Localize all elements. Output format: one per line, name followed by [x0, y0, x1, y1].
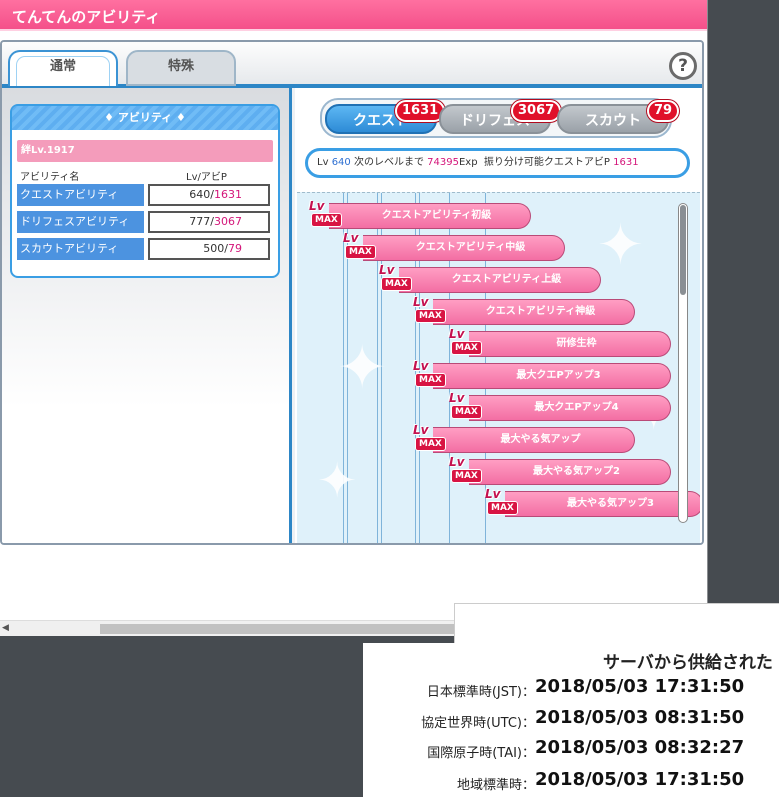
ability-summary-panel: ♦ アビリティ ♦ 絆Lv.1917 アビリティ名 Lv/アビP クエストアビリ… [2, 88, 292, 543]
scroll-left-icon[interactable]: ◀ [2, 623, 9, 633]
clock-label: 国際原子時(TAI)： [427, 746, 535, 761]
window-titlebar: てんてんのアビリティ [0, 0, 707, 31]
tree-node-label: 最大やる気アップ2 [469, 459, 671, 485]
quest-level-info: Lv 640 次のレベルまで 74395Exp 振り分け可能クエストアビP 16… [305, 148, 690, 178]
tree-scroll-thumb[interactable] [680, 205, 686, 295]
ability-value: 777/3067 [148, 211, 270, 233]
ability-name: スカウトアビリティ [17, 238, 144, 260]
tree-node-label: クエストアビリティ上級 [399, 267, 601, 293]
scout-points-badge: 79 [647, 100, 680, 122]
lv-max-icon: Lv MAX [449, 391, 485, 425]
clock-page-top [454, 603, 779, 643]
tree-node-label: 研修生枠 [469, 331, 671, 357]
tree-node-label: クエストアビリティ中級 [363, 235, 565, 261]
server-clock-page: サーバから供給された 日本標準時(JST)： 2018/05/03 17:31:… [363, 643, 779, 797]
clock-value: 2018/05/03 08:31:50 [535, 707, 745, 728]
game-window: てんてんのアビリティ 通常 特殊 ? ♦ アビリティ ♦ 絆Lv.1917 アビ… [0, 0, 708, 636]
star-icon: ✦ [337, 333, 388, 403]
lv-max-icon: Lv MAX [379, 263, 415, 297]
star-icon: ✦ [597, 213, 644, 278]
subtab-scout-label: スカウト [585, 113, 641, 129]
tree-node-label: 最大クエPアップ3 [433, 363, 671, 389]
clock-value: 2018/05/03 08:32:27 [535, 737, 745, 758]
quest-points-badge: 1631 [395, 100, 446, 122]
lv-max-icon: Lv MAX [449, 327, 485, 361]
ability-tree: ✦ ✦ ✦ ✦ クエストアビリティ初級 LvMAX クエストアビリティ中級 Lv… [297, 192, 700, 543]
tree-node-label: クエストアビリティ初級 [329, 203, 531, 229]
clock-row-utc: 協定世界時(UTC)： 2018/05/03 08:31:50 [363, 706, 779, 732]
clock-value: 2018/05/03 17:31:50 [535, 769, 745, 790]
lv-max-icon: Lv MAX [343, 231, 379, 265]
ability-row-drifes: ドリフェスアビリティ 777/3067 [17, 211, 270, 233]
tree-node-label: クエストアビリティ神級 [433, 299, 635, 325]
ability-header: ♦ アビリティ ♦ [12, 106, 278, 130]
window-title: てんてんのアビリティ [12, 8, 161, 26]
tab-normal[interactable]: 通常 [8, 50, 118, 86]
subtab-drifes[interactable]: ドリフェス 3067 [439, 100, 562, 134]
ability-category-tabs: クエスト 1631 ドリフェス 3067 スカウト 79 [320, 98, 680, 138]
exp-to-next: 74395 [427, 157, 459, 168]
current-level: 640 [331, 157, 351, 168]
column-ability-name: アビリティ名 [20, 172, 80, 183]
top-tab-bar: 通常 特殊 ? [2, 42, 702, 88]
tree-node-label: 最大やる気アップ [433, 427, 635, 453]
ability-box: ♦ アビリティ ♦ 絆Lv.1917 アビリティ名 Lv/アビP クエストアビリ… [10, 104, 280, 278]
clock-row-jst: 日本標準時(JST)： 2018/05/03 17:31:50 [363, 675, 779, 701]
ability-row-scout: スカウトアビリティ 500/79 [17, 238, 270, 260]
lv-max-icon: Lv MAX [413, 423, 449, 457]
drifes-points-badge: 3067 [511, 100, 562, 122]
column-level-points: Lv/アビP [186, 172, 227, 183]
lv-max-icon: Lv MAX [413, 359, 449, 393]
ability-name: ドリフェスアビリティ [17, 211, 144, 233]
subtab-quest[interactable]: クエスト 1631 [325, 100, 446, 134]
clock-label: 地域標準時： [456, 778, 535, 793]
lv-max-icon: Lv MAX [485, 487, 521, 521]
lv-max-icon: Lv MAX [449, 455, 485, 489]
clock-row-local: 地域標準時： 2018/05/03 17:31:50 [363, 768, 779, 794]
tab-special[interactable]: 特殊 [126, 50, 236, 86]
tree-node-label: 最大クエPアップ4 [469, 395, 671, 421]
clock-label: 協定世界時(UTC)： [421, 716, 535, 731]
lv-max-icon: Lv MAX [413, 295, 449, 329]
ability-tree-panel: クエスト 1631 ドリフェス 3067 スカウト 79 Lv 640 次のレベ… [295, 88, 702, 543]
help-button[interactable]: ? [669, 52, 697, 80]
ability-name: クエストアビリティ [17, 184, 144, 206]
star-icon: ✦ [317, 453, 358, 509]
clock-label: 日本標準時(JST)： [426, 685, 535, 700]
tree-node-label: 最大やる気アップ3 [505, 491, 700, 517]
clock-row-tai: 国際原子時(TAI)： 2018/05/03 08:32:27 [363, 736, 779, 762]
tab-special-label: 特殊 [167, 59, 194, 74]
tab-normal-label: 通常 [49, 59, 76, 74]
clock-title: サーバから供給された [603, 653, 773, 673]
lv-max-icon: Lv MAX [309, 199, 345, 233]
ability-value: 500/79 [148, 238, 270, 260]
help-icon: ? [678, 56, 688, 76]
subtab-scout[interactable]: スカウト 79 [557, 100, 680, 134]
tree-scrollbar[interactable] [678, 203, 688, 523]
ability-value: 640/1631 [148, 184, 270, 206]
ability-row-quest: クエストアビリティ 640/1631 [17, 184, 270, 206]
allocatable-points: 1631 [613, 157, 639, 168]
ability-screen: 通常 特殊 ? ♦ アビリティ ♦ 絆Lv.1917 アビリティ名 Lv/アビP… [0, 40, 704, 545]
bond-level: 絆Lv.1917 [17, 140, 273, 162]
clock-value: 2018/05/03 17:31:50 [535, 676, 745, 697]
